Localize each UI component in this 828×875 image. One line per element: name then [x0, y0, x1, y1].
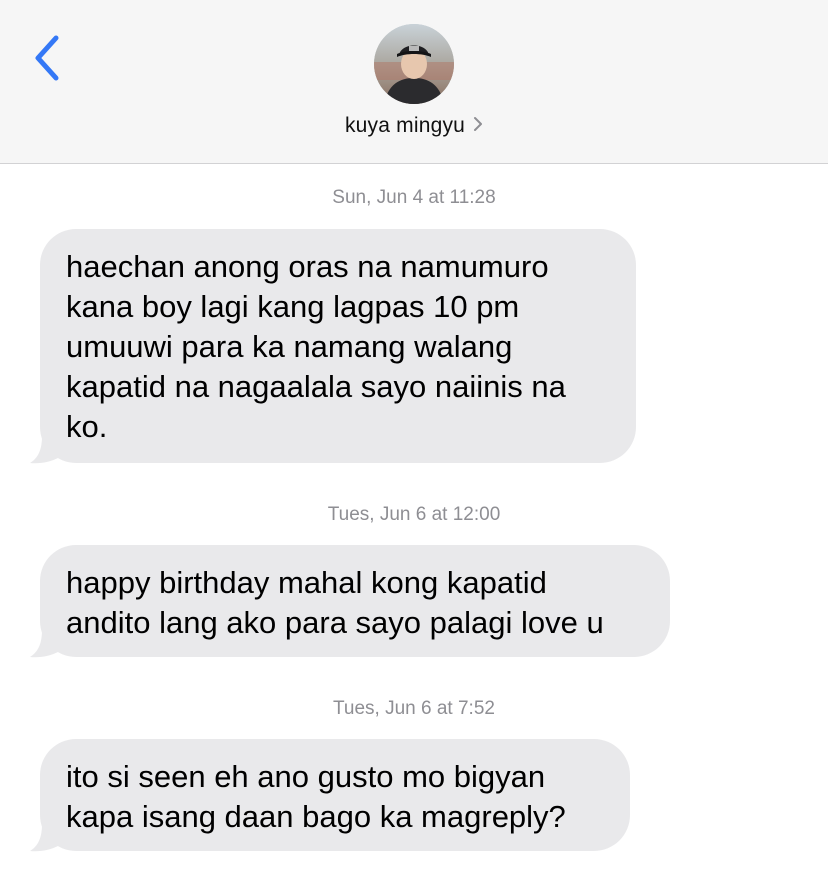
bubble-tail — [30, 630, 58, 658]
timestamp: Sun, Jun 4 at 11:28 — [332, 187, 496, 208]
contact-avatar[interactable] — [374, 24, 454, 104]
chevron-left-icon — [35, 35, 59, 81]
message-bubble[interactable]: haechan anong oras na namumuro kana boy … — [40, 229, 636, 463]
contact-name-button[interactable]: kuya mingyu — [0, 114, 828, 138]
contact-avatar-photo — [374, 24, 454, 104]
conversation-header: kuya mingyu — [0, 0, 828, 164]
message-thread: Sun, Jun 4 at 11:28 haechan anong oras n… — [0, 164, 828, 875]
chevron-right-icon — [473, 114, 483, 138]
back-button[interactable] — [26, 30, 70, 86]
contact-name: kuya mingyu — [344, 114, 466, 137]
timestamp: Tues, Jun 6 at 12:00 — [327, 504, 501, 525]
timestamp: Tues, Jun 6 at 7:52 — [333, 698, 495, 719]
message-bubble[interactable]: happy birthday mahal kong kapatid andito… — [40, 545, 670, 657]
message-bubble[interactable]: ito si seen eh ano gusto mo bigyan kapa … — [40, 739, 630, 851]
bubble-tail — [30, 824, 58, 852]
bubble-tail — [30, 436, 58, 464]
